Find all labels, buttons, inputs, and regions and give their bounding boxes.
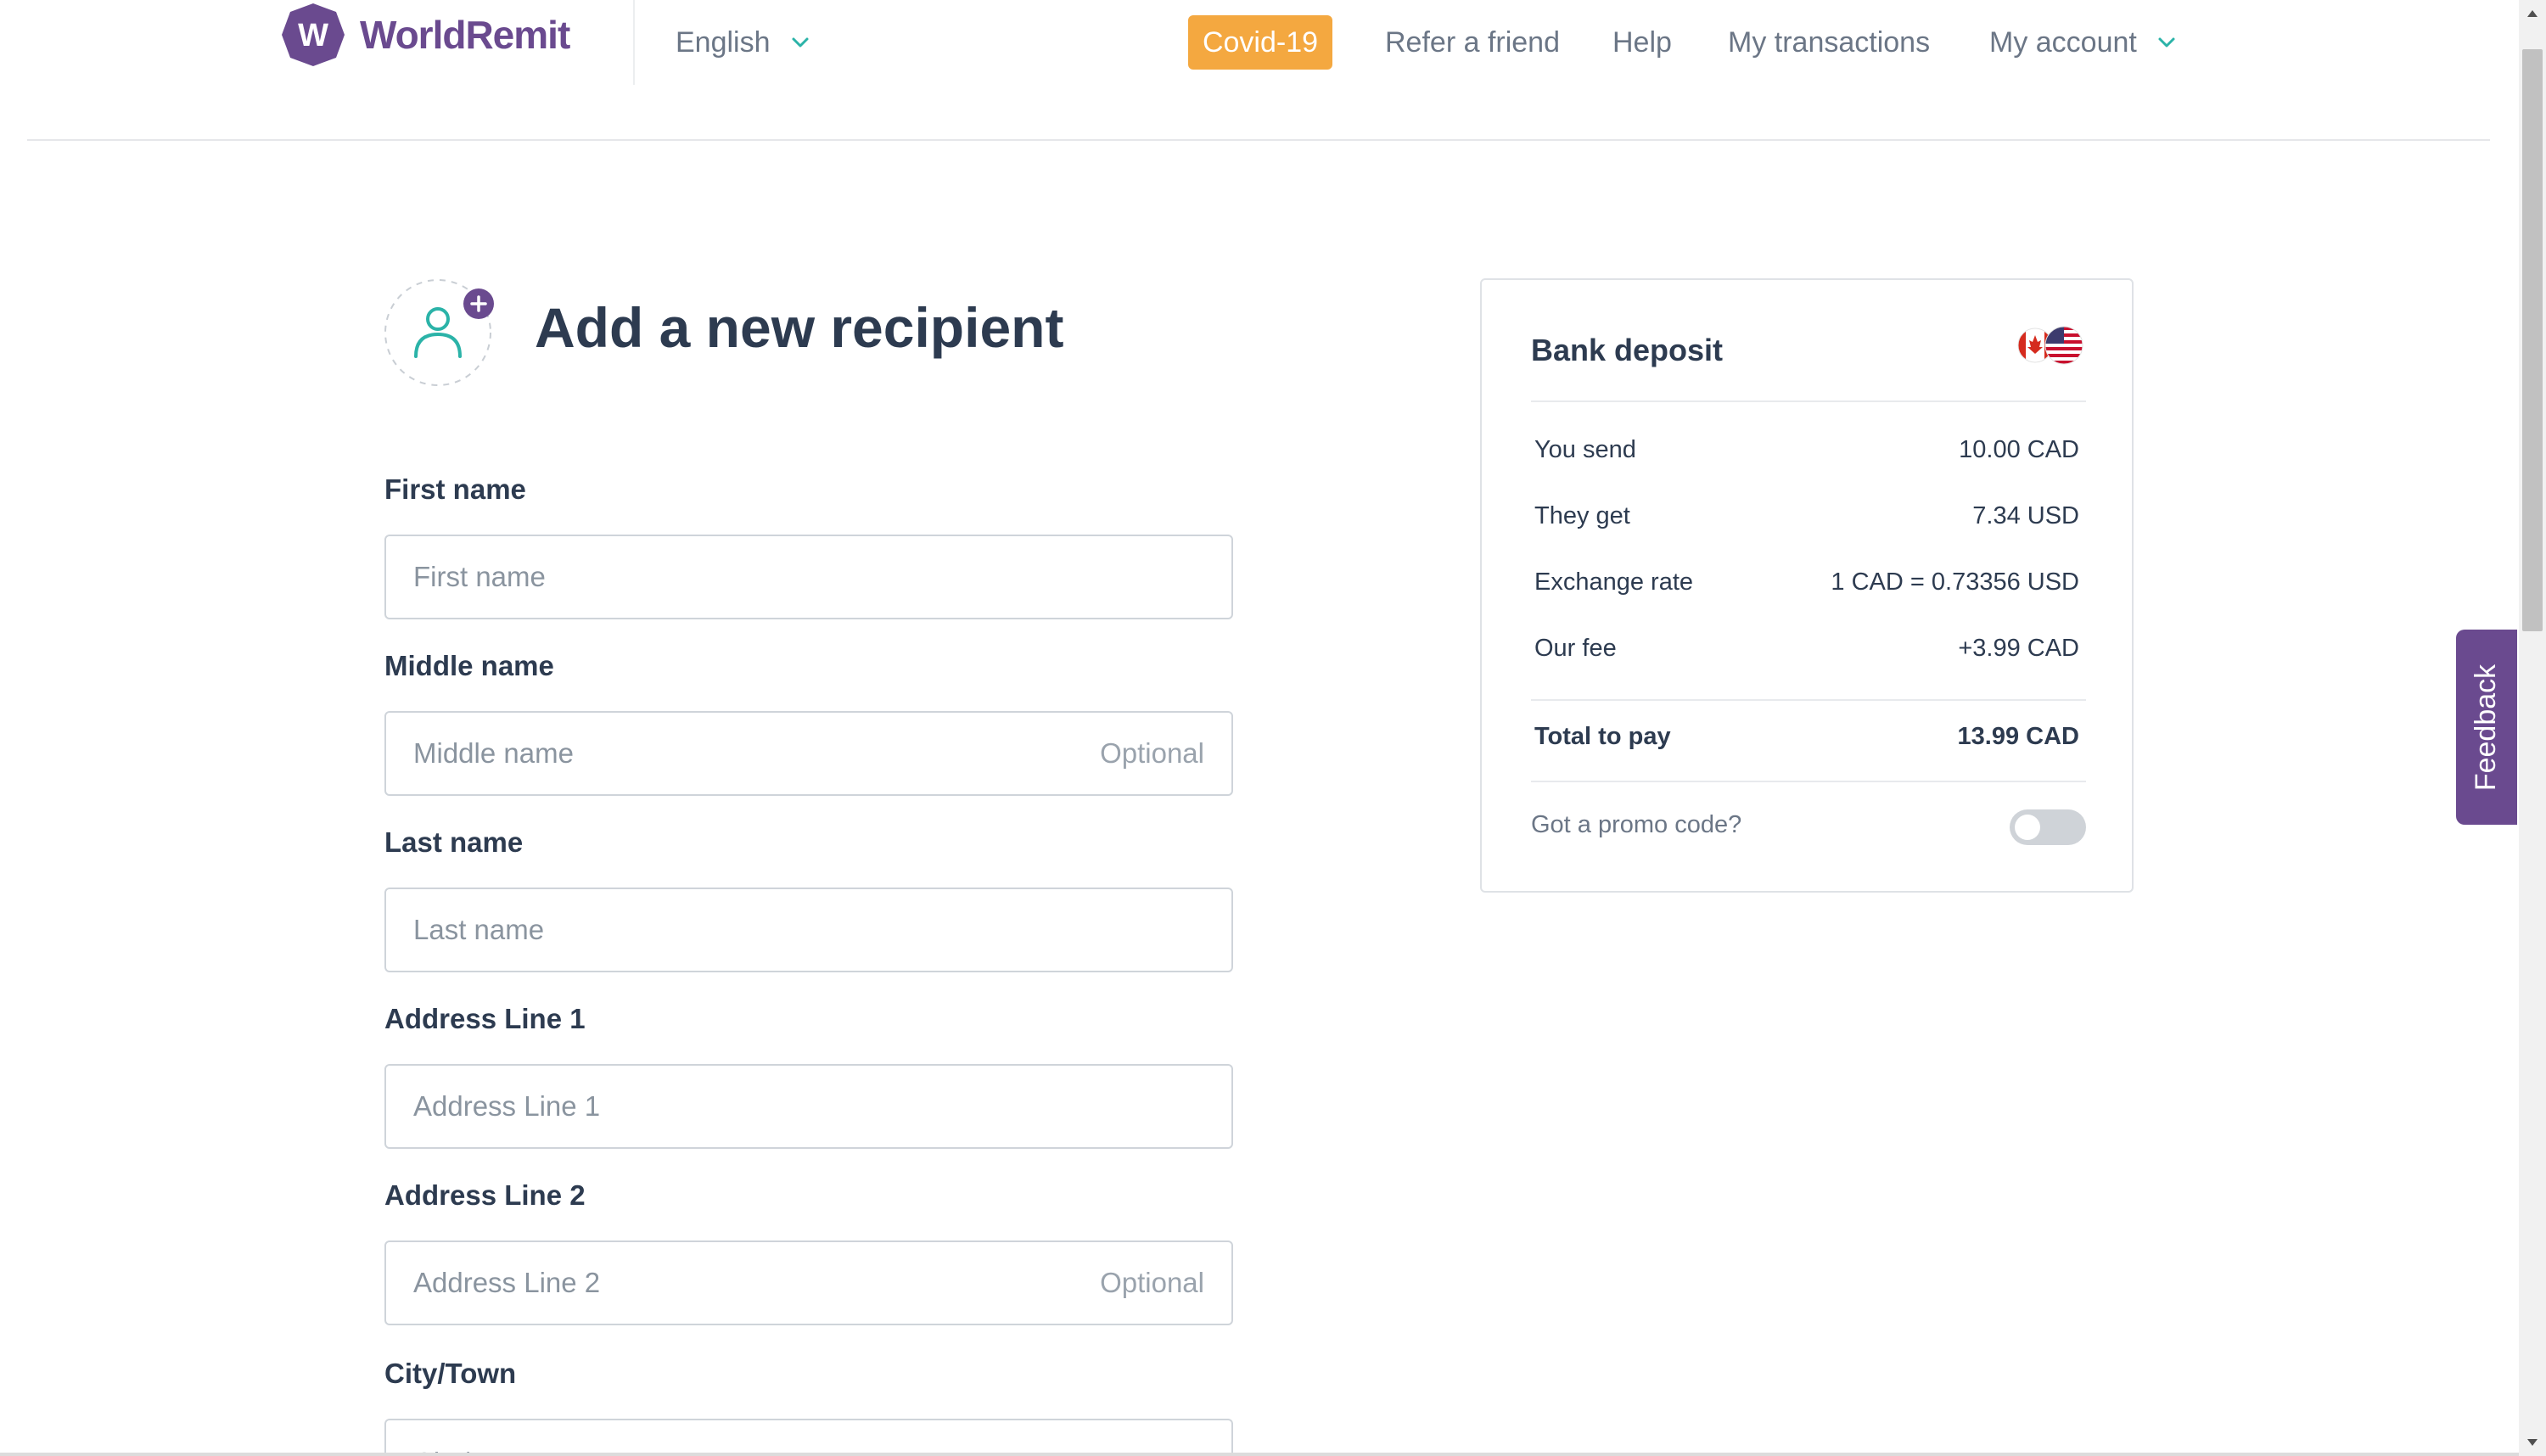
city-town-input[interactable]	[386, 1420, 1231, 1453]
chevron-down-icon	[2158, 37, 2175, 48]
address-line-1-input[interactable]	[386, 1066, 1231, 1147]
feedback-label: Feedback	[2470, 664, 2503, 791]
address-line-1-label: Address Line 1	[384, 1003, 586, 1034]
transfer-summary-card: Bank deposit You send 10.00 CAD They get…	[1480, 278, 2134, 893]
card-divider	[1531, 781, 2086, 782]
you-send-value: 10.00 CAD	[1959, 436, 2079, 463]
city-town-field[interactable]	[384, 1419, 1233, 1453]
they-get-value: 7.34 USD	[1972, 502, 2079, 529]
address-line-2-label: Address Line 2	[384, 1179, 586, 1211]
you-send-label: You send	[1534, 436, 1636, 463]
add-recipient-icon	[384, 279, 494, 386]
they-get-label: They get	[1534, 502, 1630, 529]
promo-code-label: Got a promo code?	[1531, 811, 1742, 838]
last-name-label: Last name	[384, 826, 524, 858]
svg-text:W: W	[298, 18, 328, 53]
currency-flags-icon	[2017, 326, 2083, 365]
page-title: Add a new recipient	[535, 296, 1064, 359]
covid-19-button[interactable]: Covid-19	[1188, 15, 1332, 70]
worldremit-logo[interactable]: W WorldRemit	[280, 2, 570, 68]
nav-my-transactions[interactable]: My transactions	[1728, 17, 1930, 68]
exchange-rate-label: Exchange rate	[1534, 568, 1694, 596]
first-name-label: First name	[384, 473, 526, 505]
card-divider	[1531, 699, 2086, 701]
our-fee-value: +3.99 CAD	[1958, 635, 2079, 662]
exchange-rate-value: 1 CAD = 0.73356 USD	[1831, 568, 2079, 596]
promo-code-toggle[interactable]	[2010, 809, 2086, 845]
header-divider	[633, 0, 635, 85]
first-name-field[interactable]	[384, 535, 1233, 619]
nav-refer-a-friend[interactable]: Refer a friend	[1385, 17, 1560, 68]
nav-help[interactable]: Help	[1612, 17, 1672, 68]
last-name-field[interactable]	[384, 888, 1233, 972]
language-label: English	[676, 25, 771, 59]
toggle-knob	[2015, 815, 2040, 840]
feedback-tab[interactable]: Feedback	[2456, 630, 2517, 825]
nav-my-account[interactable]: My account	[1989, 17, 2178, 68]
language-selector[interactable]: English	[676, 17, 811, 68]
first-name-input[interactable]	[386, 536, 1231, 618]
chevron-down-icon	[792, 37, 809, 48]
middle-name-label: Middle name	[384, 650, 554, 681]
address-line-2-field[interactable]: Optional	[384, 1240, 1233, 1325]
vertical-scrollbar[interactable]	[2519, 0, 2546, 1456]
header-divider-line	[27, 139, 2490, 141]
horizontal-scrollbar[interactable]	[0, 1453, 2519, 1456]
total-to-pay-value: 13.99 CAD	[1957, 723, 2079, 750]
page-heading	[384, 275, 499, 390]
last-name-input[interactable]	[386, 889, 1231, 971]
scroll-up-arrow-icon[interactable]	[2519, 0, 2546, 27]
scroll-down-arrow-icon[interactable]	[2519, 1429, 2546, 1456]
worldremit-logo-icon: W	[282, 3, 345, 66]
card-divider	[1531, 400, 2086, 402]
scrollbar-thumb[interactable]	[2522, 49, 2543, 631]
city-town-label: City/Town	[384, 1358, 517, 1389]
our-fee-label: Our fee	[1534, 635, 1617, 662]
middle-name-input[interactable]	[386, 713, 1231, 794]
middle-name-field[interactable]: Optional	[384, 711, 1233, 796]
delivery-method-title: Bank deposit	[1531, 333, 1724, 367]
address-line-2-input[interactable]	[386, 1242, 1231, 1324]
total-to-pay-label: Total to pay	[1534, 723, 1671, 750]
brand-name: WorldRemit	[360, 13, 570, 57]
usa-flag-icon	[2044, 326, 2083, 365]
top-header: W WorldRemit English Covid-19 Refer a fr…	[0, 0, 2519, 141]
nav-my-account-label: My account	[1989, 25, 2137, 59]
address-line-1-field[interactable]	[384, 1064, 1233, 1149]
